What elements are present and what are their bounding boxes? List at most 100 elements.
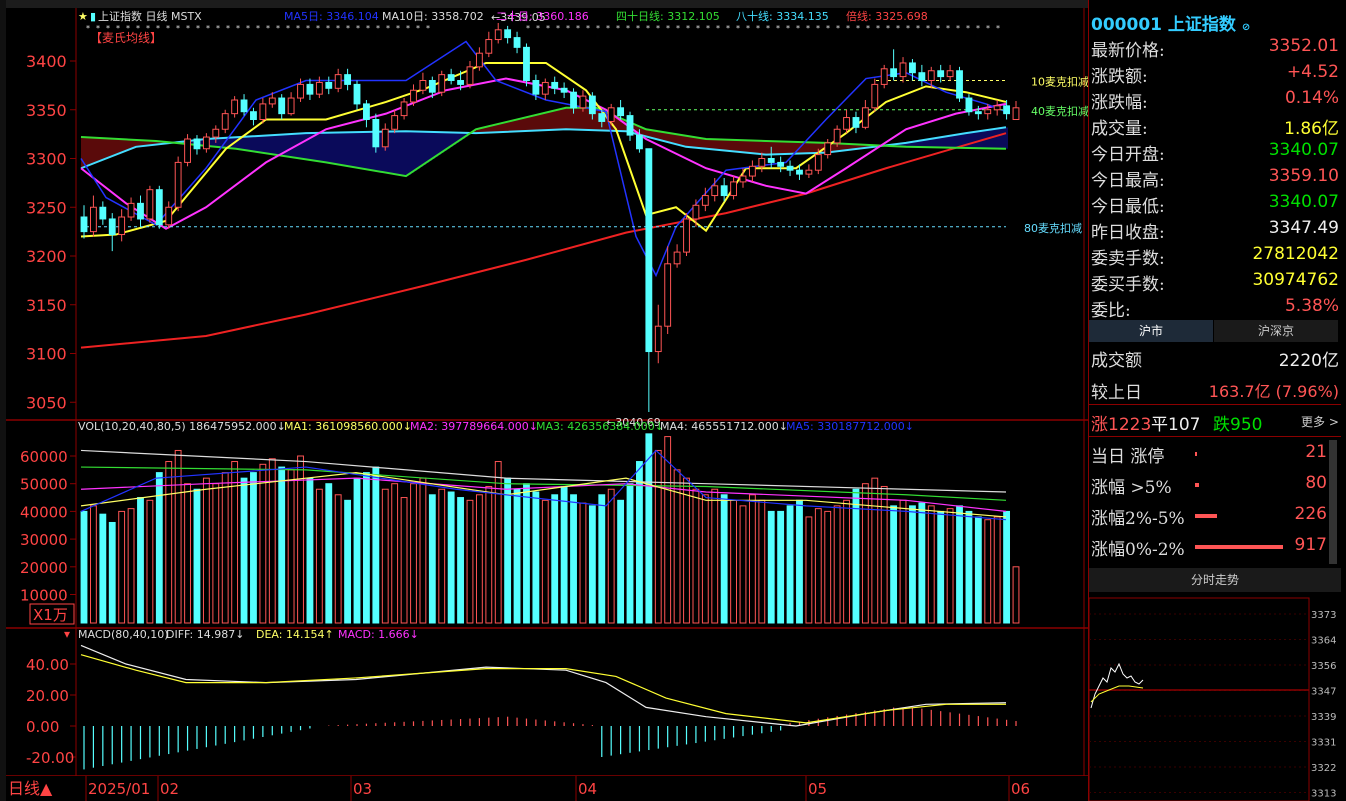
macd-tick: 0.00	[26, 718, 59, 736]
quote-row: 委比: 5.38%	[1091, 294, 1341, 321]
ma-cloud	[324, 132, 327, 163]
volume-bar	[523, 483, 530, 624]
candle-body	[805, 169, 813, 175]
signal-star: *	[256, 24, 260, 33]
ma-cloud	[741, 140, 744, 153]
ma-cloud	[429, 131, 432, 161]
candle-body	[193, 138, 201, 150]
ma-cloud	[543, 113, 546, 131]
signal-star: *	[96, 24, 100, 33]
ma-cloud	[1002, 127, 1005, 149]
signal-star: *	[946, 24, 950, 33]
volume-bar	[711, 488, 719, 624]
ma-cloud	[777, 141, 780, 155]
volume-bar	[513, 488, 521, 624]
signal-star: *	[996, 24, 1000, 33]
signal-star: *	[536, 24, 540, 33]
signal-star: *	[586, 24, 590, 33]
ma-cloud	[708, 139, 711, 149]
chart-title: 上证指数 日线 MSTX	[98, 9, 202, 23]
info-icon[interactable]: ⊘	[1242, 22, 1250, 33]
ma-cloud	[300, 133, 303, 159]
ma-cloud	[807, 142, 810, 154]
signal-star: *	[916, 24, 920, 33]
ma-cloud	[99, 137, 102, 162]
scrollbar[interactable]	[1329, 440, 1337, 564]
tab-shsz[interactable]: 沪深京	[1214, 320, 1338, 342]
signal-star: *	[666, 24, 670, 33]
candle-body	[137, 202, 144, 220]
ma-cloud	[495, 124, 498, 133]
candle-body	[570, 91, 577, 109]
quote-row: 昨日收盘: 3347.49	[1091, 216, 1341, 243]
signal-star: *	[286, 24, 290, 33]
volume-bar	[570, 494, 577, 624]
ref-label: 10麦克扣减	[1031, 75, 1088, 89]
candle-body	[683, 218, 690, 253]
ma-cloud	[243, 136, 246, 150]
volume-bar	[410, 483, 417, 624]
ma-cloud	[402, 131, 405, 176]
ma-cloud	[393, 131, 396, 174]
candle-body	[654, 325, 662, 353]
ma-cloud	[291, 134, 294, 158]
ma-cloud	[705, 138, 708, 149]
volume-bar	[391, 483, 399, 624]
candle-body	[127, 202, 135, 218]
breadth-value: 917	[1294, 535, 1327, 555]
ma-cloud	[264, 135, 267, 153]
tab-sh[interactable]: 沪市	[1089, 320, 1213, 342]
signal-star: *	[186, 24, 190, 33]
candle-body	[184, 138, 191, 163]
ma-cloud	[252, 136, 255, 152]
macd-header-3: MACD: 1.666↓	[338, 628, 419, 641]
candle-body	[353, 83, 361, 105]
breadth-label: 涨幅 >5%	[1091, 478, 1172, 498]
volume-bar	[541, 499, 549, 624]
volume-bar	[588, 505, 596, 624]
candle-body	[993, 105, 1001, 111]
ma-cloud	[348, 132, 351, 167]
ma-cloud	[426, 131, 429, 163]
candle-body	[231, 99, 239, 115]
signal-star: *	[806, 24, 810, 33]
volume-header-5: MA5: 330187712.000↓	[786, 420, 914, 433]
breadth-value: 21	[1305, 442, 1327, 462]
signal-star: *	[156, 24, 160, 33]
quote-value: 3340.07	[1268, 140, 1339, 160]
volume-bar	[334, 494, 342, 624]
candle-body	[767, 158, 775, 163]
breadth-label: 涨幅0%-2%	[1091, 540, 1185, 560]
candle-body	[334, 74, 342, 89]
breadth-value: 80	[1305, 473, 1327, 493]
volume-bar	[306, 477, 314, 624]
intraday-title[interactable]: 分时走势	[1089, 568, 1341, 592]
ma-cloud	[537, 114, 540, 131]
ma-cloud	[972, 132, 975, 149]
macd-tick: -20.00	[26, 749, 74, 767]
candle-body	[428, 80, 436, 93]
candle-body	[410, 89, 417, 103]
ma-cloud	[780, 141, 783, 155]
signal-star: *	[316, 24, 320, 33]
ma-cloud	[525, 117, 528, 132]
ma-cloud	[804, 142, 807, 154]
candle-body	[645, 148, 653, 353]
intraday-chart[interactable]: 3373 3364 3356 3347 3339 3331 3322 3313	[1089, 594, 1346, 801]
divider	[1089, 404, 1341, 405]
signal-star: *	[406, 24, 410, 33]
ma-cloud	[723, 139, 726, 151]
quote-label: 成交量:	[1091, 119, 1148, 139]
ma-cloud	[810, 142, 813, 154]
candle-body	[118, 216, 126, 236]
quote-label: 委比:	[1091, 301, 1131, 321]
ma-cloud	[108, 138, 111, 158]
macd-tick: 40.00	[26, 656, 69, 674]
quote-label: 昨日收盘:	[1091, 223, 1165, 243]
kline-chart[interactable]: 3400 3350 3300 3250 3200 3150 3100 3050 10麦克扣减 40…	[6, 8, 1088, 801]
more-link[interactable]: 更多 >	[1301, 413, 1339, 430]
volume-bar	[777, 510, 785, 624]
ma20-label: 二十日: 3360.186	[496, 9, 589, 23]
ma-cloud	[87, 137, 90, 166]
volume-tick: 40000	[20, 503, 68, 521]
